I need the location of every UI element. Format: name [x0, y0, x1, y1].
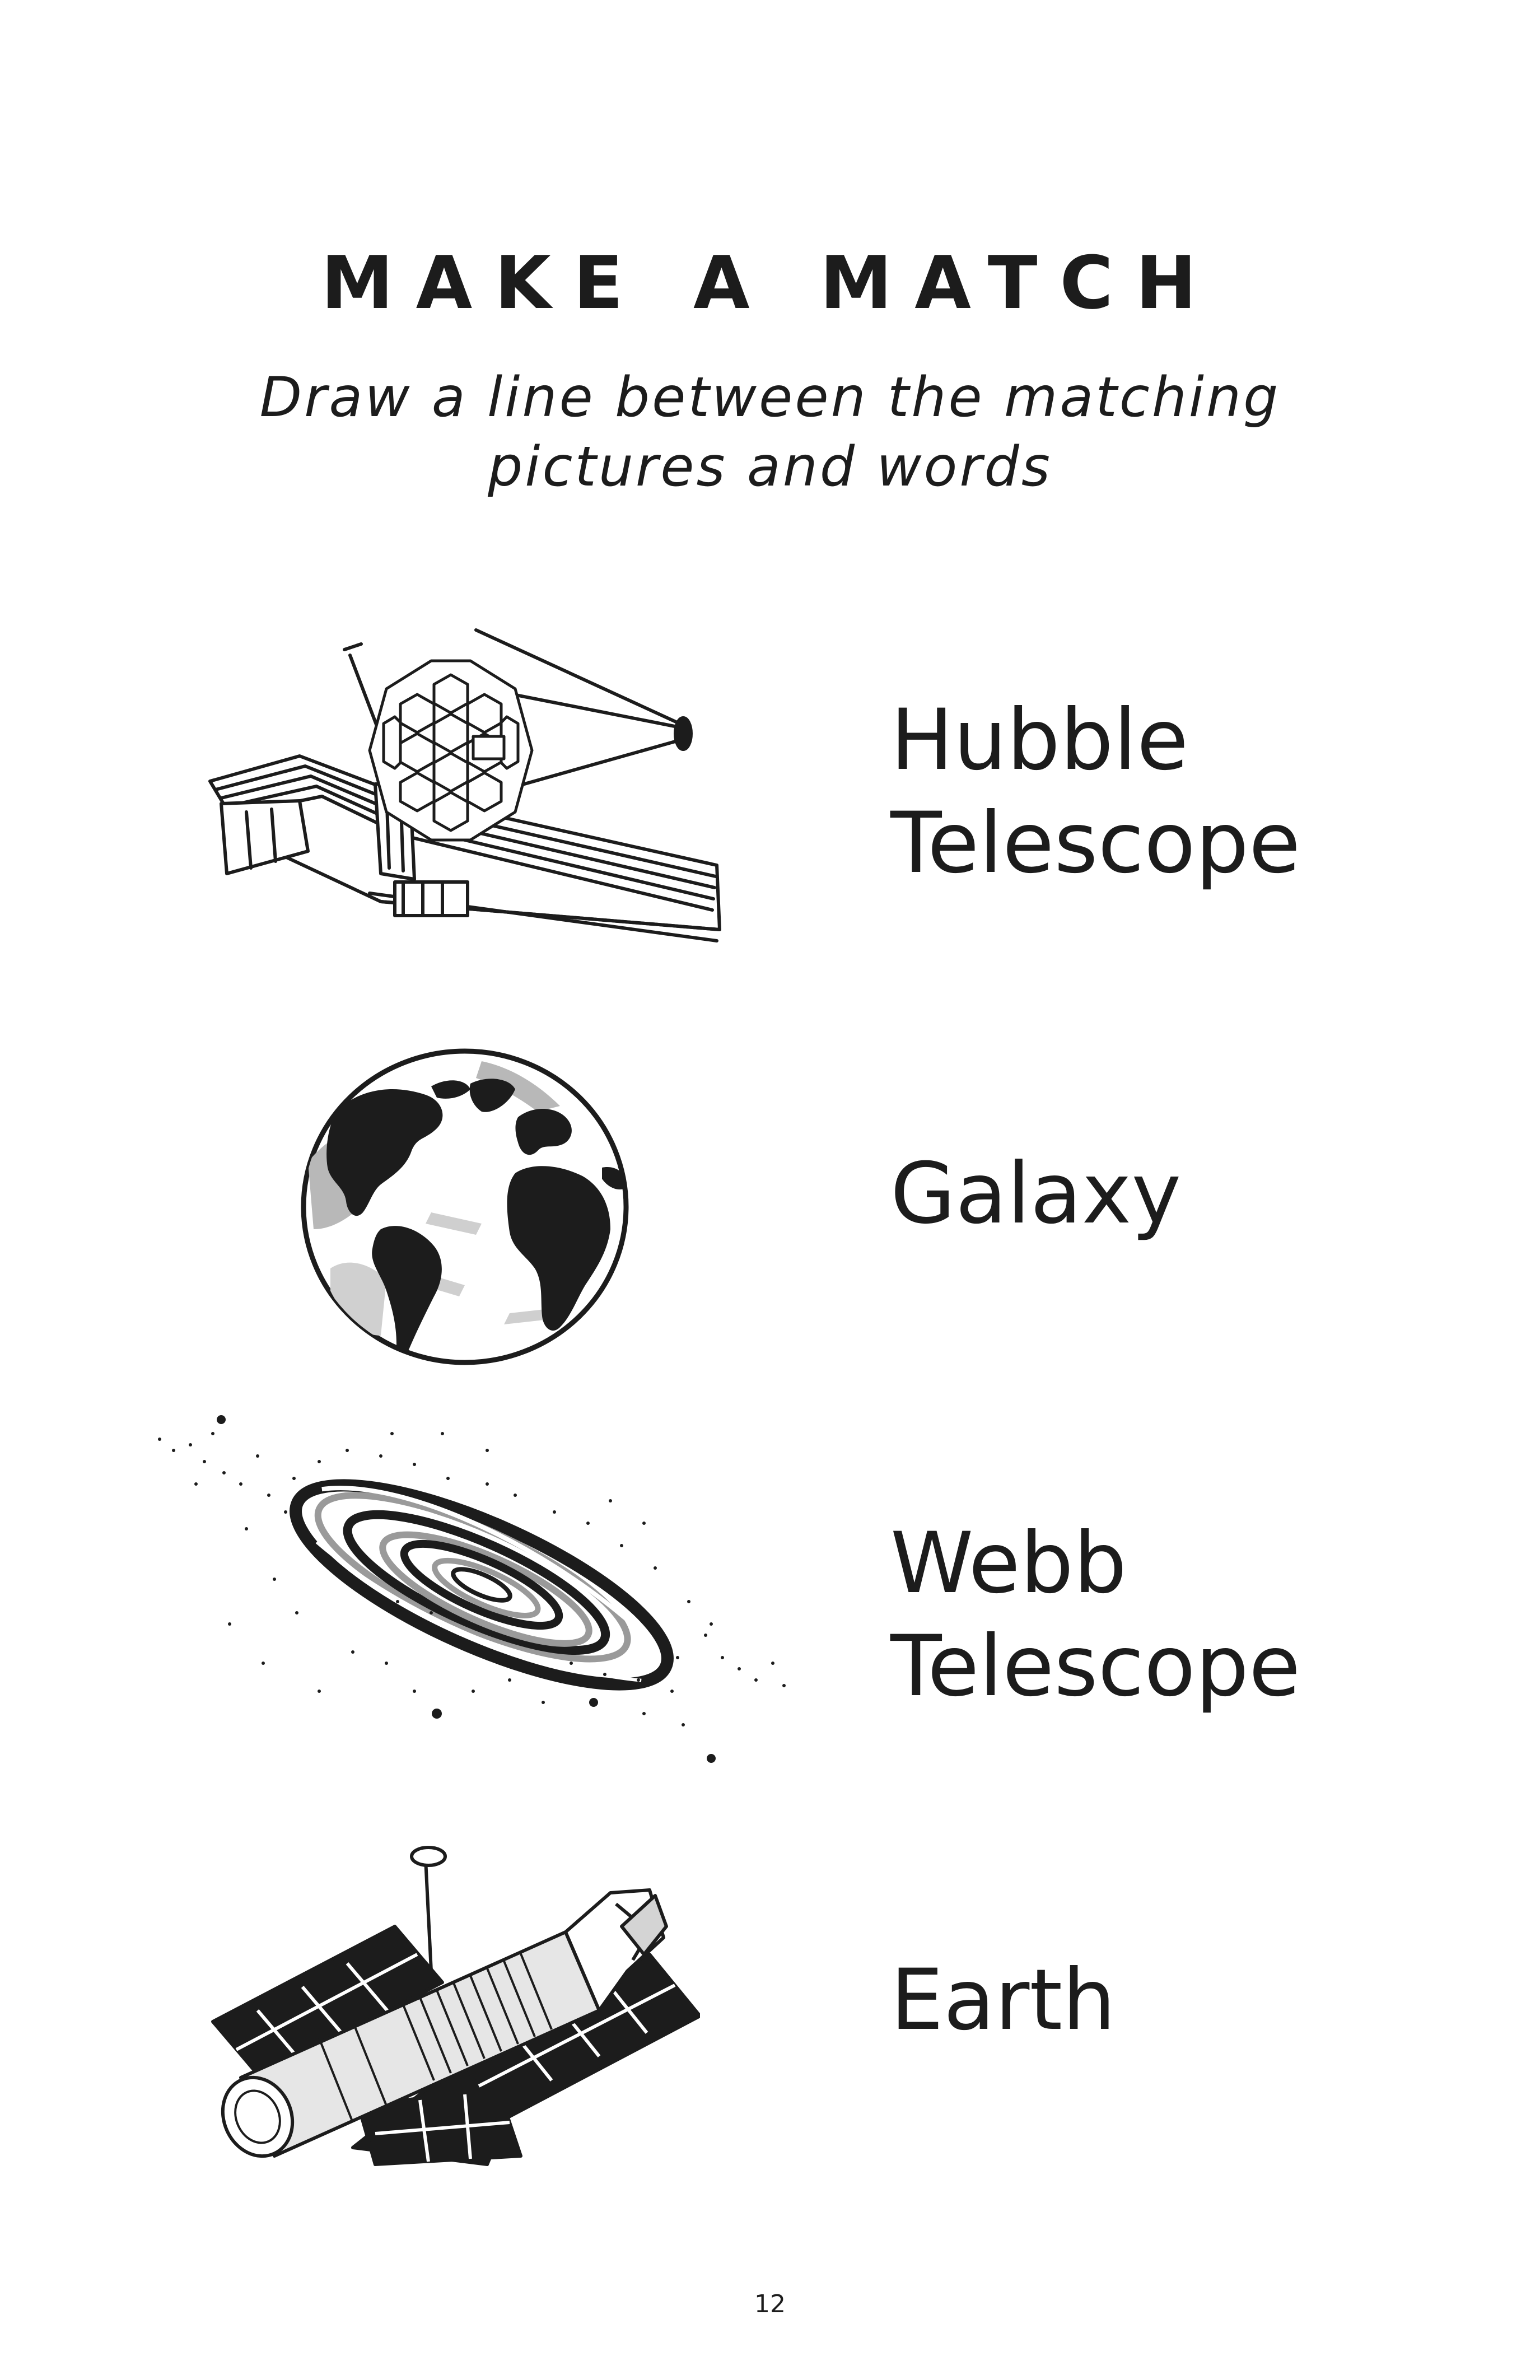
hubble-telescope-icon	[211, 1846, 700, 2166]
worksheet-page: MAKE A MATCH Draw a line between the mat…	[0, 0, 1540, 2380]
word-hubble-telescope: Hubble Telescope	[890, 692, 1301, 892]
page-number: 12	[754, 2290, 786, 2318]
page-title: MAKE A MATCH	[321, 240, 1219, 325]
earth-globe-icon	[301, 1048, 629, 1365]
word-galaxy: Galaxy	[890, 1145, 1182, 1243]
word-earth: Earth	[890, 1952, 1116, 2049]
spiral-galaxy-icon	[158, 1415, 786, 1763]
webb-telescope-icon	[208, 628, 721, 942]
page-instructions: Draw a line between the matching picture…	[259, 366, 1281, 499]
word-webb-telescope: Webb Telescope	[890, 1515, 1301, 1715]
